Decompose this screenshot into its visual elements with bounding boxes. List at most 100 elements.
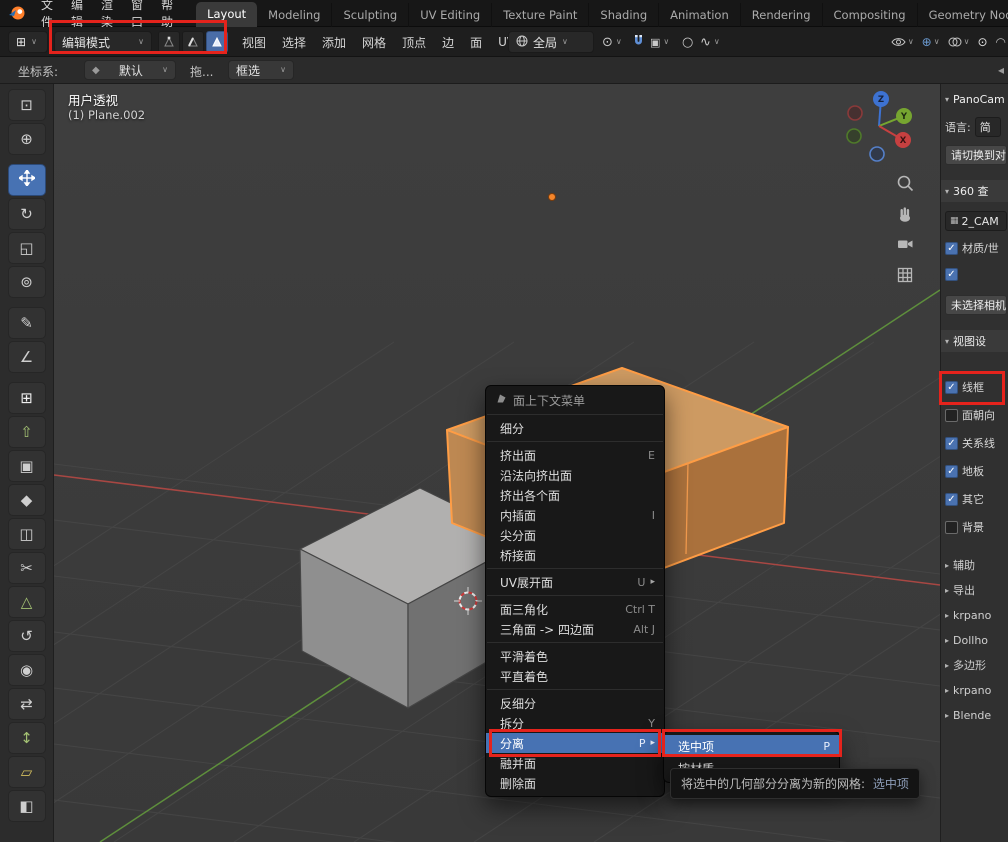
- menu-mesh[interactable]: 网格: [354, 27, 394, 57]
- pan-hand-button[interactable]: [892, 201, 918, 227]
- tool-shear[interactable]: ▱: [8, 756, 46, 788]
- context-item-tris-to-quads[interactable]: 三角面 -> 四边面 Alt J: [486, 619, 664, 639]
- menu-select[interactable]: 选择: [274, 27, 314, 57]
- context-item-triangulate[interactable]: 面三角化 Ctrl T: [486, 599, 664, 619]
- edge-select-button[interactable]: [182, 31, 204, 53]
- blender-logo-icon[interactable]: [8, 4, 26, 22]
- menu-window[interactable]: 窗口: [122, 0, 152, 27]
- context-item-shade-flat[interactable]: 平直着色: [486, 666, 664, 686]
- menu-view[interactable]: 视图: [234, 27, 274, 57]
- menu-file[interactable]: 文件: [32, 0, 62, 27]
- context-item-delete-faces[interactable]: 删除面: [486, 773, 664, 793]
- tool-annotate[interactable]: ✎: [8, 307, 46, 339]
- tab-texture-paint[interactable]: Texture Paint: [492, 3, 589, 27]
- checkbox-material-world[interactable]: ✓: [945, 242, 958, 255]
- mode-dropdown[interactable]: 编辑模式 ∨: [54, 31, 152, 53]
- menu-help[interactable]: 帮助: [152, 0, 182, 27]
- section-krpano-1[interactable]: ▸ krpano: [945, 604, 1008, 626]
- tool-smooth[interactable]: ◉: [8, 654, 46, 686]
- shading-material-button[interactable]: ◠: [996, 35, 1006, 49]
- tool-inset-faces[interactable]: ▣: [8, 450, 46, 482]
- tool-select-box[interactable]: ⊡: [8, 89, 46, 121]
- tab-compositing[interactable]: Compositing: [823, 3, 918, 27]
- context-item-inset-faces[interactable]: 内插面 I: [486, 505, 664, 525]
- tool-rotate[interactable]: ↻: [8, 198, 46, 230]
- tab-modeling[interactable]: Modeling: [257, 3, 332, 27]
- context-item-poke-faces[interactable]: 尖分面: [486, 525, 664, 545]
- camera-view-button[interactable]: [892, 231, 918, 257]
- section-view-settings[interactable]: ▾ 视图设: [941, 330, 1008, 352]
- face-select-button[interactable]: [206, 31, 228, 53]
- menu-add[interactable]: 添加: [314, 27, 354, 57]
- tab-geometry-nodes[interactable]: Geometry Nodes: [918, 3, 1008, 27]
- material-world-check[interactable]: ✓ 材质/世: [945, 237, 1008, 259]
- tool-shrink-fatten[interactable]: ↕: [8, 722, 46, 754]
- editor-type-button[interactable]: ⊞ ∨: [8, 31, 48, 53]
- snap-toggle[interactable]: [632, 31, 645, 53]
- checkbox-relationship-lines[interactable]: ✓: [945, 437, 958, 450]
- tool-edge-slide[interactable]: ⇄: [8, 688, 46, 720]
- context-item-subdivide[interactable]: 细分: [486, 418, 664, 438]
- check-floor[interactable]: ✓ 地板: [945, 460, 1008, 482]
- tool-add-cube[interactable]: ⊞: [8, 382, 46, 414]
- tool-scale[interactable]: ◱: [8, 232, 46, 264]
- menu-edge[interactable]: 边: [434, 27, 462, 57]
- context-item-bridge-faces[interactable]: 桥接面: [486, 545, 664, 565]
- tab-animation[interactable]: Animation: [659, 3, 741, 27]
- transform-orientation-dropdown[interactable]: 全局 ∨: [508, 31, 594, 53]
- camera-dropdown[interactable]: ▦ 2_CAM: [945, 211, 1007, 231]
- context-item-unsubdivide[interactable]: 反细分: [486, 693, 664, 713]
- tool-spin[interactable]: ↺: [8, 620, 46, 652]
- tool-measure[interactable]: ∠: [8, 341, 46, 373]
- section-auxiliary[interactable]: ▸ 辅助: [945, 554, 1008, 576]
- sidebar-toggle-icon[interactable]: ◂: [998, 63, 1004, 77]
- tool-cursor[interactable]: ⊕: [8, 123, 46, 155]
- tool-extrude-region[interactable]: ⇧: [8, 416, 46, 448]
- context-item-separate[interactable]: 分离 P ▸: [486, 733, 664, 753]
- checkbox-unlabeled[interactable]: ✓: [945, 268, 958, 281]
- no-camera-button[interactable]: 未选择相机: [945, 295, 1007, 315]
- section-krpano-2[interactable]: ▸ krpano: [945, 679, 1008, 701]
- gizmos-dropdown[interactable]: ⊕ ∨: [922, 35, 940, 49]
- tab-rendering[interactable]: Rendering: [741, 3, 823, 27]
- context-item-split[interactable]: 拆分 Y: [486, 713, 664, 733]
- tool-knife[interactable]: ✂: [8, 552, 46, 584]
- switch-object-button[interactable]: 请切换到对: [945, 145, 1007, 165]
- tab-layout[interactable]: Layout: [196, 2, 257, 27]
- context-item-extrude-individual[interactable]: 挤出各个面: [486, 485, 664, 505]
- menu-render[interactable]: 渲染: [92, 0, 122, 27]
- context-item-shade-smooth[interactable]: 平滑着色: [486, 646, 664, 666]
- check-background[interactable]: 背景: [945, 516, 1008, 538]
- menu-edit[interactable]: 编辑: [62, 0, 92, 27]
- select-mode-dropdown[interactable]: 框选 ∨: [228, 60, 294, 80]
- language-dropdown[interactable]: 简: [975, 117, 1001, 137]
- check-other[interactable]: ✓ 其它: [945, 488, 1008, 510]
- section-polygon[interactable]: ▸ 多边形: [945, 654, 1008, 676]
- check-face-orientation[interactable]: 面朝向: [945, 404, 1008, 426]
- tool-move[interactable]: [8, 164, 46, 196]
- pivot-point-dropdown[interactable]: ⊙ ∨: [602, 31, 622, 53]
- section-dollhouse[interactable]: ▸ Dollho: [945, 629, 1008, 651]
- orthographic-toggle-button[interactable]: [892, 262, 918, 288]
- preset-dropdown[interactable]: ◆ 默认 ∨: [84, 60, 176, 80]
- context-item-dissolve-faces[interactable]: 融并面: [486, 753, 664, 773]
- checkbox-face-orientation[interactable]: [945, 409, 958, 422]
- tool-rip-region[interactable]: ◧: [8, 790, 46, 822]
- vertex-select-button[interactable]: [158, 31, 180, 53]
- tab-shading[interactable]: Shading: [589, 3, 659, 27]
- tool-loop-cut[interactable]: ◫: [8, 518, 46, 550]
- menu-vertex[interactable]: 顶点: [394, 27, 434, 57]
- context-item-uv-unwrap[interactable]: UV展开面 U ▸: [486, 572, 664, 592]
- checkbox-floor[interactable]: ✓: [945, 465, 958, 478]
- proportional-editing-toggle[interactable]: ○: [682, 31, 693, 53]
- checkbox-other[interactable]: ✓: [945, 493, 958, 506]
- tab-sculpting[interactable]: Sculpting: [332, 3, 409, 27]
- unlabeled-check[interactable]: ✓: [945, 263, 1008, 285]
- snap-settings-dropdown[interactable]: ▣ ∨: [650, 31, 669, 53]
- tool-poly-build[interactable]: △: [8, 586, 46, 618]
- checkbox-background[interactable]: [945, 521, 958, 534]
- tool-bevel[interactable]: ◆: [8, 484, 46, 516]
- submenu-item-selection[interactable]: 选中项 P: [664, 735, 839, 757]
- checkbox-wireframe[interactable]: ✓: [945, 381, 958, 394]
- context-item-extrude-along-normals[interactable]: 沿法向挤出面: [486, 465, 664, 485]
